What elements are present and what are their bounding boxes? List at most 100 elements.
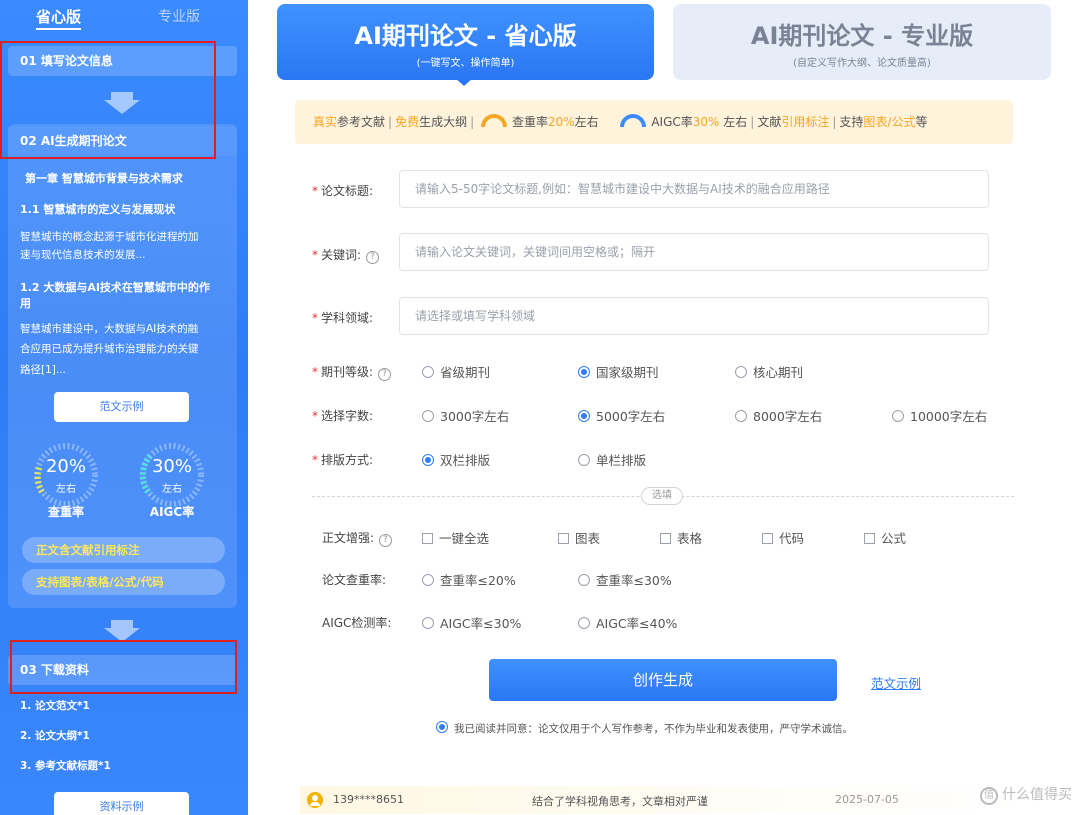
user-avatar-icon <box>307 792 323 808</box>
dup-rate-label: 论文查重率: <box>322 573 387 587</box>
subject-label-text: 学科领域: <box>321 311 374 325</box>
layout-label: * 排版方式: <box>312 451 373 468</box>
radio-icon <box>422 366 434 378</box>
separator: | <box>388 115 393 129</box>
option-label: 图表 <box>575 531 601 546</box>
option-label: 公式 <box>881 531 907 546</box>
keywords-label-text: 关键词: <box>321 248 362 262</box>
word-count-label: * 选择字数: <box>312 407 373 424</box>
help-icon[interactable]: ? <box>378 368 392 381</box>
subject-field-input[interactable]: 请选择或填写学科领域 <box>399 297 989 335</box>
dup-rate-option[interactable]: 查重率≤30% <box>578 570 672 589</box>
mode-tab-pro[interactable]: AI期刊论文 - 专业版 (自定义写作大纲、论文质量高) <box>673 4 1051 80</box>
journal-level-option[interactable]: 国家级期刊 <box>578 362 659 381</box>
option-label: 一键全选 <box>439 531 490 546</box>
required-mark: * <box>312 184 318 198</box>
mode-tab-easy[interactable]: AI期刊论文 - 省心版 (一键写文、操作简单) <box>277 4 654 80</box>
enhance-label: 正文增强:? <box>322 529 393 547</box>
download-sample-button[interactable]: 资料示例 <box>54 792 189 815</box>
highlight-box <box>10 640 237 694</box>
enhance-option[interactable]: 一键全选 <box>422 528 489 547</box>
ticker-date: 2025-07-05 <box>835 793 899 806</box>
keywords-label: * 关键词:? <box>312 246 380 264</box>
enhance-option[interactable]: 公式 <box>864 528 906 547</box>
keywords-input[interactable]: 请输入论文关键词，关键词间用空格或；隔开 <box>399 233 989 271</box>
option-label: 查重率≤20% <box>440 573 516 588</box>
watermark-text: 什么值得买 <box>1002 787 1072 803</box>
checkbox-icon <box>422 533 433 544</box>
ticker-comment: 结合了学科视角思考，文章相对严谨 <box>532 795 708 808</box>
aigc-rate-gauge: 30% 左右 <box>137 440 207 510</box>
agreement-text: 我已阅读并同意：论文仅用于个人写作参考，不作为毕业和发表使用，严守学术诚信。 <box>454 723 853 735</box>
layout-option[interactable]: 单栏排版 <box>578 450 646 469</box>
option-label: 国家级期刊 <box>596 365 659 380</box>
download-item: 1. 论文范文*1 <box>20 700 90 712</box>
journal-level-label-text: 期刊等级: <box>321 365 374 379</box>
section-2-title: 1.2 大数据与AI技术在智慧城市中的作 <box>20 281 210 294</box>
section-2-title: 用 <box>20 297 31 310</box>
checkbox-icon <box>762 533 773 544</box>
word-count-option[interactable]: 3000字左右 <box>422 406 509 425</box>
option-label: AIGC率≤30% <box>440 616 522 631</box>
checkbox-icon <box>864 533 875 544</box>
layout-option[interactable]: 双栏排版 <box>422 450 490 469</box>
section-2-body: 智慧城市建设中，大数据与AI技术的融 <box>20 323 199 335</box>
radio-icon <box>422 617 434 629</box>
section-1-title: 1.1 智慧城市的定义与发展现状 <box>20 203 176 216</box>
feature-text: 30% <box>692 115 720 129</box>
aigc-rate-option[interactable]: AIGC率≤40% <box>578 613 677 632</box>
mode-easy-title: AI期刊论文 - 省心版 <box>354 22 577 50</box>
arrow-down-icon <box>111 620 133 628</box>
radio-icon <box>578 574 590 586</box>
ticker-phone: 139****8651 <box>333 793 404 806</box>
section-2-body: 合应用已成为提升城市治理能力的关键 <box>20 343 199 355</box>
word-count-label-text: 选择字数: <box>321 409 374 423</box>
dup-rate-option[interactable]: 查重率≤20% <box>422 570 516 589</box>
word-count-option[interactable]: 5000字左右 <box>578 406 665 425</box>
feature-text: 文献 <box>757 115 782 129</box>
agree-checked-icon[interactable] <box>436 721 448 733</box>
title-input[interactable]: 请输入5-50字论文标题,例如：智慧城市建设中大数据与AI技术的融合应用路径 <box>399 170 989 208</box>
help-icon[interactable]: ? <box>366 251 380 264</box>
word-count-option[interactable]: 10000字左右 <box>892 406 987 425</box>
option-label: 8000字左右 <box>753 409 823 424</box>
aigc-rate-label: AIGC率 <box>149 505 195 519</box>
enhance-option[interactable]: 图表 <box>558 528 600 547</box>
aigc-rate-option[interactable]: AIGC率≤30% <box>422 613 521 632</box>
feature-text: 引用标注 <box>781 115 830 129</box>
app-root: 省心版 专业版 01 填写论文信息 02 AI生成期刊论文 第一章 智慧城市背景… <box>0 0 1080 815</box>
feature-text: 20% <box>548 115 575 129</box>
tab-easy-mode[interactable]: 省心版 <box>36 6 82 30</box>
journal-level-option[interactable]: 省级期刊 <box>422 362 490 381</box>
mode-pro-subtitle: (自定义写作大纲、论文质量高) <box>793 58 931 69</box>
aigc-rate-label-form: AIGC检测率: <box>322 616 392 630</box>
feature-text: 支持 <box>839 115 864 129</box>
enhance-label-text: 正文增强: <box>322 531 375 545</box>
feature-banner: 真实参考文献 | 免费生成大纲 | 查重率20%左右 AIGC率30% 左右 | 文献引用… <box>295 100 1013 144</box>
required-mark: * <box>312 365 318 379</box>
option-label: 双栏排版 <box>440 453 491 468</box>
sample-link[interactable]: 范文示例 <box>871 673 921 692</box>
feature-text: 生成大纲 <box>419 115 468 129</box>
radio-checked-icon <box>578 366 590 378</box>
watermark-logo-icon: 值 <box>980 787 998 805</box>
sample-example-button[interactable]: 范文示例 <box>54 392 189 422</box>
separator: | <box>832 115 837 129</box>
enhance-option[interactable]: 表格 <box>660 528 702 547</box>
feature-text: AIGC率 <box>651 115 693 129</box>
enhance-option[interactable]: 代码 <box>762 528 804 547</box>
word-count-option[interactable]: 8000字左右 <box>735 406 822 425</box>
agreement-row[interactable]: 我已阅读并同意：论文仅用于个人写作参考，不作为毕业和发表使用，严守学术诚信。 <box>436 721 853 736</box>
title-label: * 论文标题: <box>312 182 373 199</box>
required-mark: * <box>312 248 318 262</box>
radio-icon <box>892 410 904 422</box>
journal-level-label: * 期刊等级:? <box>312 363 392 381</box>
journal-level-option[interactable]: 核心期刊 <box>735 362 803 381</box>
tab-pro-mode[interactable]: 专业版 <box>158 6 200 26</box>
option-label: 表格 <box>677 531 703 546</box>
generate-button[interactable]: 创作生成 <box>489 659 837 701</box>
section-1-body: 速与现代信息技术的发展... <box>20 249 146 261</box>
duplicate-rate-gauge: 20% 左右 <box>31 440 101 510</box>
help-icon[interactable]: ? <box>379 534 393 547</box>
radio-checked-icon <box>578 410 590 422</box>
